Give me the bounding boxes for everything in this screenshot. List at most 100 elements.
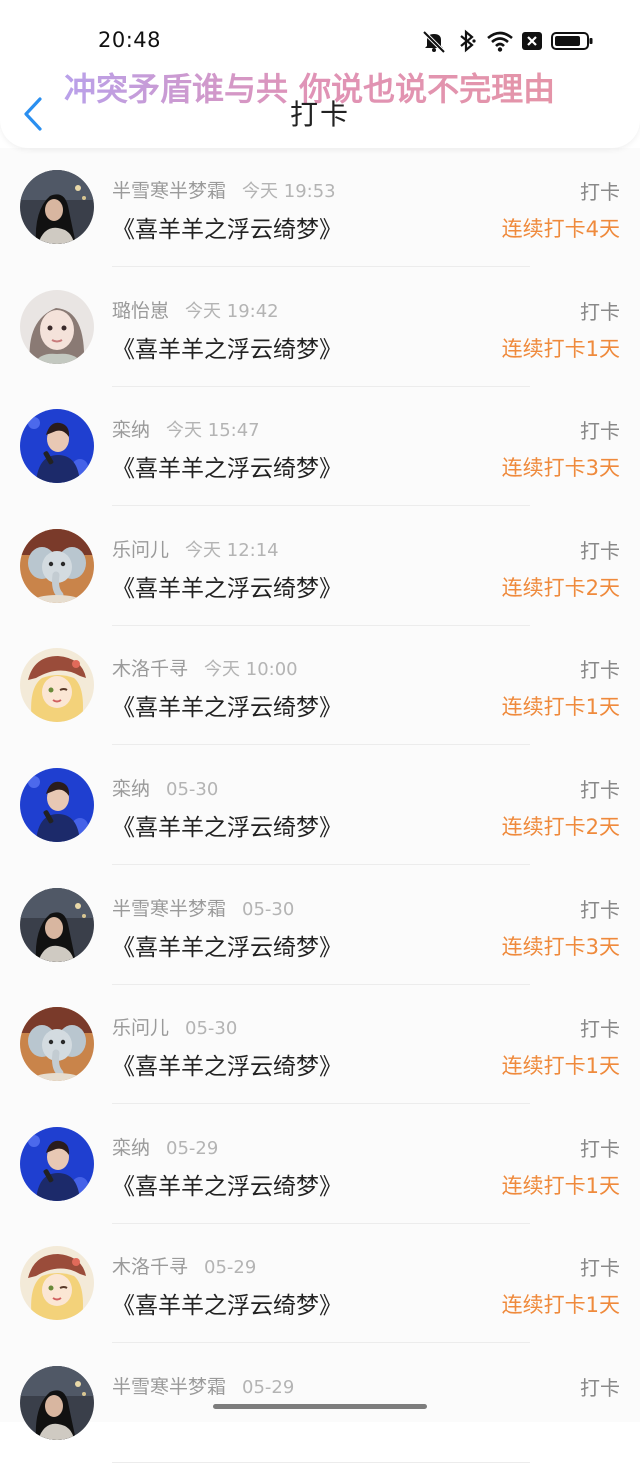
checkin-time: 今天 19:42	[185, 300, 279, 322]
avatar[interactable]	[20, 767, 94, 842]
checkin-item[interactable]: 半雪寒半梦霜 05-29 打卡	[0, 1354, 640, 1474]
book-title: 《喜羊羊之浮云绮梦》	[112, 336, 342, 363]
avatar[interactable]	[20, 528, 94, 603]
avatar[interactable]	[20, 1126, 94, 1201]
book-title: 《喜羊羊之浮云绮梦》	[112, 695, 342, 722]
checkin-time: 05-30	[166, 778, 219, 800]
wifi-icon	[487, 31, 513, 52]
checkin-time: 05-30	[242, 898, 295, 920]
avatar[interactable]	[20, 409, 94, 484]
checkin-label: 打卡	[580, 419, 620, 444]
divider	[112, 1222, 530, 1224]
user-name-text: 栾纳	[112, 419, 151, 442]
divider	[112, 1103, 530, 1105]
sim-error-icon	[522, 32, 542, 50]
checkin-label: 打卡	[580, 1017, 620, 1042]
checkin-item[interactable]: 半雪寒半梦霜 05-30 《喜羊羊之浮云绮梦》 打卡连续打卡3天	[0, 876, 640, 996]
checkin-item[interactable]: 栾纳 05-29 《喜羊羊之浮云绮梦》 打卡连续打卡1天	[0, 1115, 640, 1235]
user-name: 半雪寒半梦霜 今天 19:53	[112, 176, 336, 203]
book-title: 《喜羊羊之浮云绮梦》	[112, 1293, 342, 1320]
book-title: 《喜羊羊之浮云绮梦》	[112, 1054, 342, 1081]
user-name: 木洛千寻 今天 10:00	[112, 654, 298, 681]
streak-count: 连续打卡3天	[501, 456, 620, 481]
checkin-list[interactable]: 半雪寒半梦霜 今天 19:53 《喜羊羊之浮云绮梦》 打卡 连续打卡4天 璐怡崽 今天 19…	[0, 158, 640, 1474]
checkin-label: 打卡	[580, 897, 620, 922]
user-name-text: 木洛千寻	[112, 1256, 189, 1279]
checkin-label: 打卡	[580, 1375, 620, 1400]
book-title: 《喜羊羊之浮云绮梦》	[112, 934, 342, 961]
divider	[112, 266, 530, 267]
user-name-text: 栾纳	[112, 1136, 151, 1159]
checkin-label: 打卡	[580, 1136, 620, 1161]
user-name: 栾纳 05-30	[112, 774, 218, 801]
checkin-item[interactable]: 栾纳 今天 15:47 《喜羊羊之浮云绮梦》 打卡连续打卡3天	[0, 397, 640, 517]
checkin-label: 打卡	[580, 658, 620, 683]
checkin-time: 今天 19:53	[242, 181, 336, 202]
avatar[interactable]	[20, 1007, 94, 1082]
streak-count: 连续打卡3天	[501, 934, 620, 959]
checkin-item[interactable]: 半雪寒半梦霜 今天 19:53 《喜羊羊之浮云绮梦》 打卡连续打卡4天	[0, 158, 640, 278]
checkin-item[interactable]: 璐怡崽 今天 19:42 《喜羊羊之浮云绮梦》 打卡 连续打卡1天	[0, 278, 640, 398]
streak-count: 连续打卡2天	[501, 575, 620, 600]
user-name-text: 半雪寒半梦霜	[112, 897, 227, 920]
divider	[112, 1342, 530, 1344]
user-name-text: 半雪寒半梦霜	[112, 180, 227, 202]
avatar[interactable]	[20, 887, 94, 962]
divider	[112, 863, 530, 865]
user-name: 栾纳 今天 15:47	[112, 415, 260, 442]
divider	[112, 983, 530, 985]
book-title: 《喜羊羊之浮云绮梦》	[112, 575, 342, 602]
divider	[112, 505, 530, 507]
bluetooth-icon	[460, 29, 476, 53]
checkin-label: 打卡	[580, 1256, 620, 1281]
user-name-text: 乐问儿	[112, 538, 170, 561]
divider	[112, 1461, 530, 1463]
checkin-time: 05-30	[185, 1018, 238, 1040]
checkin-time: 05-29	[204, 1257, 257, 1279]
user-name: 木洛千寻 05-29	[112, 1252, 256, 1279]
mute-bell-icon	[422, 30, 446, 53]
checkin-time: 今天 15:47	[166, 420, 260, 442]
page-title: 打卡	[289, 98, 350, 131]
user-name: 栾纳 05-29	[112, 1133, 218, 1160]
user-name-text: 栾纳	[112, 777, 151, 800]
checkin-label: 打卡	[580, 180, 620, 204]
checkin-item[interactable]: 木洛千寻 05-29 《喜羊羊之浮云绮梦》 打卡连续打卡1天	[0, 1234, 640, 1354]
user-name-text: 璐怡崽	[112, 299, 170, 322]
user-name: 璐怡崽 今天 19:42	[112, 296, 279, 323]
avatar[interactable]	[20, 289, 94, 364]
checkin-label: 打卡	[580, 777, 620, 802]
checkin-item[interactable]: 木洛千寻 今天 10:00 《喜羊羊之浮云绮梦》 打卡连续打卡1天	[0, 636, 640, 756]
streak-count: 连续打卡2天	[501, 814, 620, 839]
streak-count: 连续打卡1天	[501, 336, 620, 361]
user-name-text: 乐问儿	[112, 1017, 170, 1040]
checkin-time: 05-29	[166, 1137, 219, 1159]
user-name: 半雪寒半梦霜 05-29	[112, 1372, 294, 1399]
streak-count: 连续打卡4天	[501, 217, 620, 241]
streak-count: 连续打卡1天	[501, 1173, 620, 1198]
avatar[interactable]	[20, 170, 94, 244]
checkin-time: 05-29	[242, 1376, 295, 1398]
avatar[interactable]	[20, 648, 94, 723]
streak-count: 连续打卡1天	[501, 1293, 620, 1318]
avatar[interactable]	[20, 1365, 94, 1440]
checkin-item[interactable]: 乐问儿 05-30 《喜羊羊之浮云绮梦》 打卡连续打卡1天	[0, 995, 640, 1115]
battery-icon	[551, 32, 593, 50]
user-name-text: 半雪寒半梦霜	[112, 1375, 227, 1398]
user-name: 乐问儿 今天 12:14	[112, 535, 279, 562]
streak-count: 连续打卡1天	[501, 1054, 620, 1079]
home-indicator[interactable]	[213, 1404, 427, 1409]
book-title: 《喜羊羊之浮云绮梦》	[112, 456, 342, 483]
divider	[112, 624, 530, 626]
checkin-item[interactable]: 乐问儿 今天 12:14 《喜羊羊之浮云绮梦》 打卡 连续打卡2天	[0, 517, 640, 637]
app-header: 20:48 冲突矛盾谁与共 你说也说不完理由 打卡	[0, 0, 640, 148]
book-title: 《喜羊羊之浮云绮梦》	[112, 217, 342, 243]
status-icons	[420, 29, 595, 53]
divider	[112, 385, 530, 387]
streak-count: 连续打卡1天	[501, 695, 620, 720]
book-title: 《喜羊羊之浮云绮梦》	[112, 1173, 342, 1200]
checkin-item[interactable]: 栾纳 05-30 《喜羊羊之浮云绮梦》 打卡连续打卡2天	[0, 756, 640, 876]
book-title: 《喜羊羊之浮云绮梦》	[112, 814, 342, 841]
checkin-time: 今天 12:14	[185, 539, 279, 561]
avatar[interactable]	[20, 1246, 94, 1321]
